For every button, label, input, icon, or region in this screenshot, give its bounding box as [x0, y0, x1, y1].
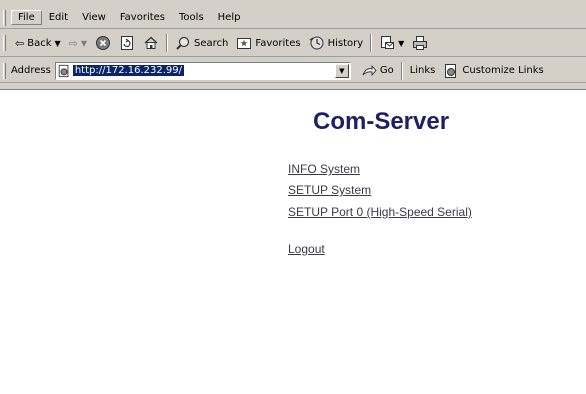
go-label: Go — [379, 65, 394, 76]
page-icon — [58, 64, 69, 77]
toolbar-separator — [166, 34, 169, 52]
address-input[interactable]: http://172.16.232.99/ ▼ — [54, 61, 351, 80]
search-label: Search — [194, 37, 229, 49]
toolbar-separator — [370, 34, 373, 52]
toolbar-grip[interactable] — [3, 62, 6, 79]
page-title: Com-Server — [313, 108, 450, 135]
info-system-link[interactable]: INFO System — [288, 162, 360, 176]
chevron-down-icon[interactable]: ▼ — [398, 39, 404, 48]
go-arrow-icon — [362, 64, 377, 76]
address-toolbar: Address http://172.16.232.99/ ▼ Go Links — [0, 59, 586, 83]
mail-icon — [381, 36, 395, 49]
stop-button[interactable] — [91, 35, 115, 51]
favorites-label: Favorites — [255, 37, 301, 49]
toolbar-separator — [400, 61, 403, 80]
home-icon — [144, 36, 158, 49]
menu-file[interactable]: File — [11, 10, 42, 25]
page-icon — [445, 63, 457, 78]
setup-port-0-link[interactable]: SETUP Port 0 (High-Speed Serial) — [288, 205, 472, 219]
logout-link[interactable]: Logout — [288, 242, 325, 256]
customize-links-label: Customize Links — [462, 65, 544, 76]
history-button[interactable]: History — [305, 35, 368, 51]
search-icon — [176, 36, 190, 50]
customize-links-button[interactable]: Customize Links — [439, 63, 547, 79]
menu-edit[interactable]: Edit — [42, 11, 75, 24]
mail-button[interactable]: ▼ — [375, 35, 408, 51]
links-button[interactable]: Links — [406, 65, 440, 76]
page-content: Com-Server INFO System SETUP System SETU… — [0, 89, 586, 394]
refresh-icon — [121, 36, 134, 50]
history-icon — [309, 36, 324, 50]
menu-tools[interactable]: Tools — [172, 11, 211, 24]
browser-chrome: File Edit View Favorites Tools Help ⇦ Ba… — [0, 0, 586, 89]
chevron-down-icon[interactable]: ▼ — [55, 39, 61, 48]
search-button[interactable]: Search — [171, 35, 232, 51]
home-button[interactable] — [139, 35, 163, 51]
back-arrow-icon: ⇦ — [15, 36, 25, 50]
menu-bar: File Edit View Favorites Tools Help — [0, 7, 586, 29]
toolbar-grip[interactable] — [3, 35, 6, 51]
stop-icon — [96, 36, 111, 50]
back-label: Back — [27, 37, 52, 49]
history-label: History — [327, 37, 364, 49]
setup-system-link[interactable]: SETUP System — [288, 183, 371, 197]
favorites-button[interactable]: Favorites — [232, 35, 304, 51]
forward-button[interactable]: ⇨ ▼ — [65, 38, 91, 49]
menu-favorites[interactable]: Favorites — [113, 11, 172, 24]
chevron-down-icon[interactable]: ▼ — [81, 39, 87, 48]
chevron-down-icon[interactable]: ▼ — [334, 63, 349, 78]
menu-help[interactable]: Help — [211, 11, 248, 24]
standard-toolbar: ⇦ Back ▼ ⇨ ▼ Search Favorites History ▼ — [0, 30, 586, 57]
go-button[interactable]: Go — [357, 63, 398, 79]
back-button[interactable]: ⇦ Back ▼ — [11, 38, 65, 49]
address-label: Address — [11, 65, 51, 76]
refresh-button[interactable] — [115, 35, 139, 51]
toolbar-grip[interactable] — [3, 9, 6, 26]
address-url[interactable]: http://172.16.232.99/ — [72, 65, 184, 76]
menu-view[interactable]: View — [75, 11, 113, 24]
print-button[interactable] — [408, 35, 432, 51]
favorites-icon — [237, 38, 252, 49]
links-label: Links — [409, 65, 436, 76]
print-icon — [413, 36, 428, 50]
forward-arrow-icon: ⇨ — [68, 36, 78, 50]
